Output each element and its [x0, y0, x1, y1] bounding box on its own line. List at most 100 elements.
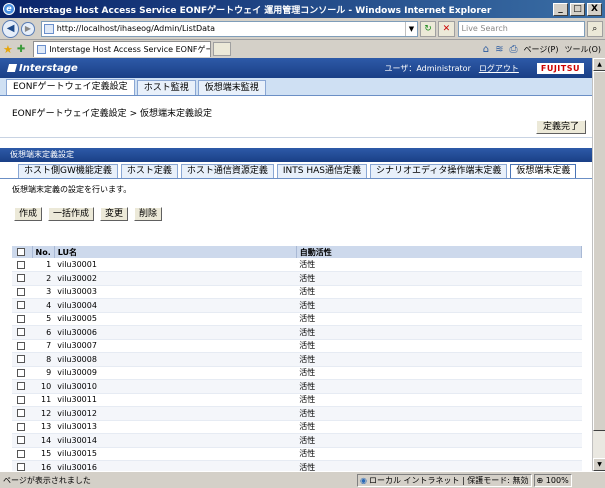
row-checkbox[interactable] — [17, 341, 25, 350]
address-field[interactable]: http://localhost/ihaseog/Admin/ListData … — [40, 20, 418, 37]
row-checkbox[interactable] — [17, 395, 25, 404]
page-menu[interactable]: ページ(P) — [524, 44, 559, 55]
row-checkbox[interactable] — [17, 260, 25, 269]
table-row[interactable]: 11 vilu30011 活性 — [12, 393, 582, 407]
row-checkbox-cell[interactable] — [12, 312, 32, 326]
nav-host-monitor[interactable]: ホスト監視 — [136, 80, 196, 95]
scroll-up-arrow-icon[interactable]: ▲ — [593, 58, 605, 71]
row-checkbox-cell[interactable] — [12, 433, 32, 448]
table-row[interactable]: 8 vilu30008 活性 — [12, 352, 582, 367]
row-checkbox[interactable] — [17, 409, 25, 418]
table-row[interactable]: 13 vilu30013 活性 — [12, 420, 582, 434]
modify-button[interactable]: 変更 — [100, 207, 129, 221]
scroll-down-arrow-icon[interactable]: ▼ — [593, 458, 605, 471]
table-row[interactable]: 3 vilu30003 活性 — [12, 285, 582, 299]
row-checkbox[interactable] — [17, 301, 25, 310]
tools-menu[interactable]: ツール(O) — [564, 44, 601, 55]
browser-tab[interactable]: Interstage Host Access Service EONFゲートウェ… — [33, 41, 212, 57]
row-checkbox-cell[interactable] — [12, 379, 32, 394]
add-favorites-icon[interactable]: ✚ — [17, 44, 25, 55]
section-title: 仮想端末定義設定 — [0, 148, 592, 162]
print-icon[interactable]: ⎙ — [510, 44, 518, 55]
table-row[interactable]: 4 vilu30004 活性 — [12, 298, 582, 313]
refresh-button[interactable]: ↻ — [419, 20, 437, 37]
row-checkbox[interactable] — [17, 287, 25, 296]
favorites-star-icon[interactable]: ★ — [3, 43, 13, 56]
tab-ints-has-comm[interactable]: INTS HAS通信定義 — [276, 164, 368, 178]
select-all-checkbox[interactable] — [17, 248, 25, 256]
back-button[interactable]: ◀ — [2, 19, 20, 38]
forward-button[interactable]: ▶ — [21, 21, 35, 36]
breadcrumb-area: EONFゲートウェイ定義設定 > 仮想端末定義設定 定義完了 — [0, 96, 592, 138]
row-checkbox[interactable] — [17, 368, 25, 377]
row-checkbox[interactable] — [17, 436, 25, 445]
delete-button[interactable]: 削除 — [134, 207, 163, 221]
stop-button[interactable]: ✕ — [438, 20, 455, 37]
create-button[interactable]: 作成 — [14, 207, 43, 221]
address-dropdown-icon[interactable]: ▼ — [404, 21, 417, 36]
row-checkbox[interactable] — [17, 463, 25, 471]
row-checkbox-cell[interactable] — [12, 325, 32, 340]
zoom-control[interactable]: ⊕ 100% — [533, 473, 572, 487]
new-tab-button[interactable] — [213, 42, 232, 56]
row-no: 16 — [32, 460, 55, 471]
table-row[interactable]: 1 vilu30001 活性 — [12, 258, 582, 272]
table-row[interactable]: 10 vilu30010 活性 — [12, 379, 582, 394]
row-checkbox[interactable] — [17, 274, 25, 283]
row-lu-name: vilu30011 — [54, 393, 297, 407]
row-checkbox-cell[interactable] — [12, 366, 32, 380]
search-input[interactable]: Live Search — [457, 20, 585, 37]
row-checkbox[interactable] — [17, 314, 25, 323]
row-checkbox-cell[interactable] — [12, 352, 32, 367]
row-checkbox-cell[interactable] — [12, 420, 32, 434]
row-checkbox-cell[interactable] — [12, 406, 32, 421]
definition-complete-button[interactable]: 定義完了 — [535, 120, 586, 134]
row-checkbox[interactable] — [17, 382, 25, 391]
row-checkbox[interactable] — [17, 449, 25, 458]
search-icon[interactable]: ⌕ — [586, 20, 603, 37]
table-row[interactable]: 7 vilu30007 活性 — [12, 339, 582, 353]
row-checkbox[interactable] — [17, 422, 25, 431]
tab-scenario-editor-terminal[interactable]: シナリオエディタ操作端末定義 — [370, 164, 508, 178]
row-checkbox-cell[interactable] — [12, 447, 32, 461]
tab-host-comm-resource[interactable]: ホスト通信資源定義 — [180, 164, 274, 178]
row-checkbox-cell[interactable] — [12, 393, 32, 407]
row-checkbox[interactable] — [17, 328, 25, 337]
row-checkbox-cell[interactable] — [12, 271, 32, 286]
nav-eonf-gateway[interactable]: EONFゲートウェイ定義設定 — [6, 79, 135, 95]
tab-host-definition[interactable]: ホスト定義 — [120, 164, 178, 178]
table-row[interactable]: 14 vilu30014 活性 — [12, 433, 582, 448]
table-row[interactable]: 15 vilu30015 活性 — [12, 447, 582, 461]
table-row[interactable]: 9 vilu30009 活性 — [12, 366, 582, 380]
table-row[interactable]: 12 vilu30012 活性 — [12, 406, 582, 421]
scroll-thumb[interactable] — [593, 71, 605, 431]
maximize-button[interactable]: □ — [570, 2, 585, 16]
row-auto-activate: 活性 — [296, 312, 582, 326]
breadcrumb-parent[interactable]: EONFゲートウェイ定義設定 — [12, 109, 127, 119]
tab-virtual-terminal[interactable]: 仮想端末定義 — [510, 164, 577, 178]
row-lu-name: vilu30003 — [54, 285, 297, 299]
bulk-create-button[interactable]: 一括作成 — [48, 207, 95, 221]
address-toolbar: ◀ ▶ http://localhost/ihaseog/Admin/ListD… — [0, 18, 605, 40]
close-button[interactable]: X — [587, 2, 602, 16]
minimize-button[interactable]: _ — [553, 2, 568, 16]
row-checkbox-cell[interactable] — [12, 460, 32, 471]
table-row[interactable]: 5 vilu30005 活性 — [12, 312, 582, 326]
select-all-checkbox-header[interactable] — [12, 246, 33, 258]
table-row[interactable]: 6 vilu30006 活性 — [12, 325, 582, 340]
row-checkbox-cell[interactable] — [12, 298, 32, 313]
row-checkbox-cell[interactable] — [12, 339, 32, 353]
table-row[interactable]: 16 vilu30016 活性 — [12, 460, 582, 471]
nav-virtual-terminal-monitor[interactable]: 仮想端末監視 — [197, 80, 266, 95]
vertical-scrollbar[interactable]: ▲ ▼ — [592, 58, 605, 471]
home-icon[interactable]: ⌂ — [483, 44, 489, 55]
row-checkbox[interactable] — [17, 355, 25, 364]
table-row[interactable]: 2 vilu30002 活性 — [12, 271, 582, 286]
row-checkbox-cell[interactable] — [12, 285, 32, 299]
tab-host-gw-function[interactable]: ホスト側GW機能定義 — [18, 164, 118, 178]
url-text: http://localhost/ihaseog/Admin/ListData — [56, 24, 216, 33]
logout-link[interactable]: ログアウト — [479, 63, 519, 74]
window-title: Interstage Host Access Service EONFゲートウェ… — [19, 5, 492, 16]
row-checkbox-cell[interactable] — [12, 258, 32, 272]
feeds-icon[interactable]: ≋ — [495, 44, 503, 55]
